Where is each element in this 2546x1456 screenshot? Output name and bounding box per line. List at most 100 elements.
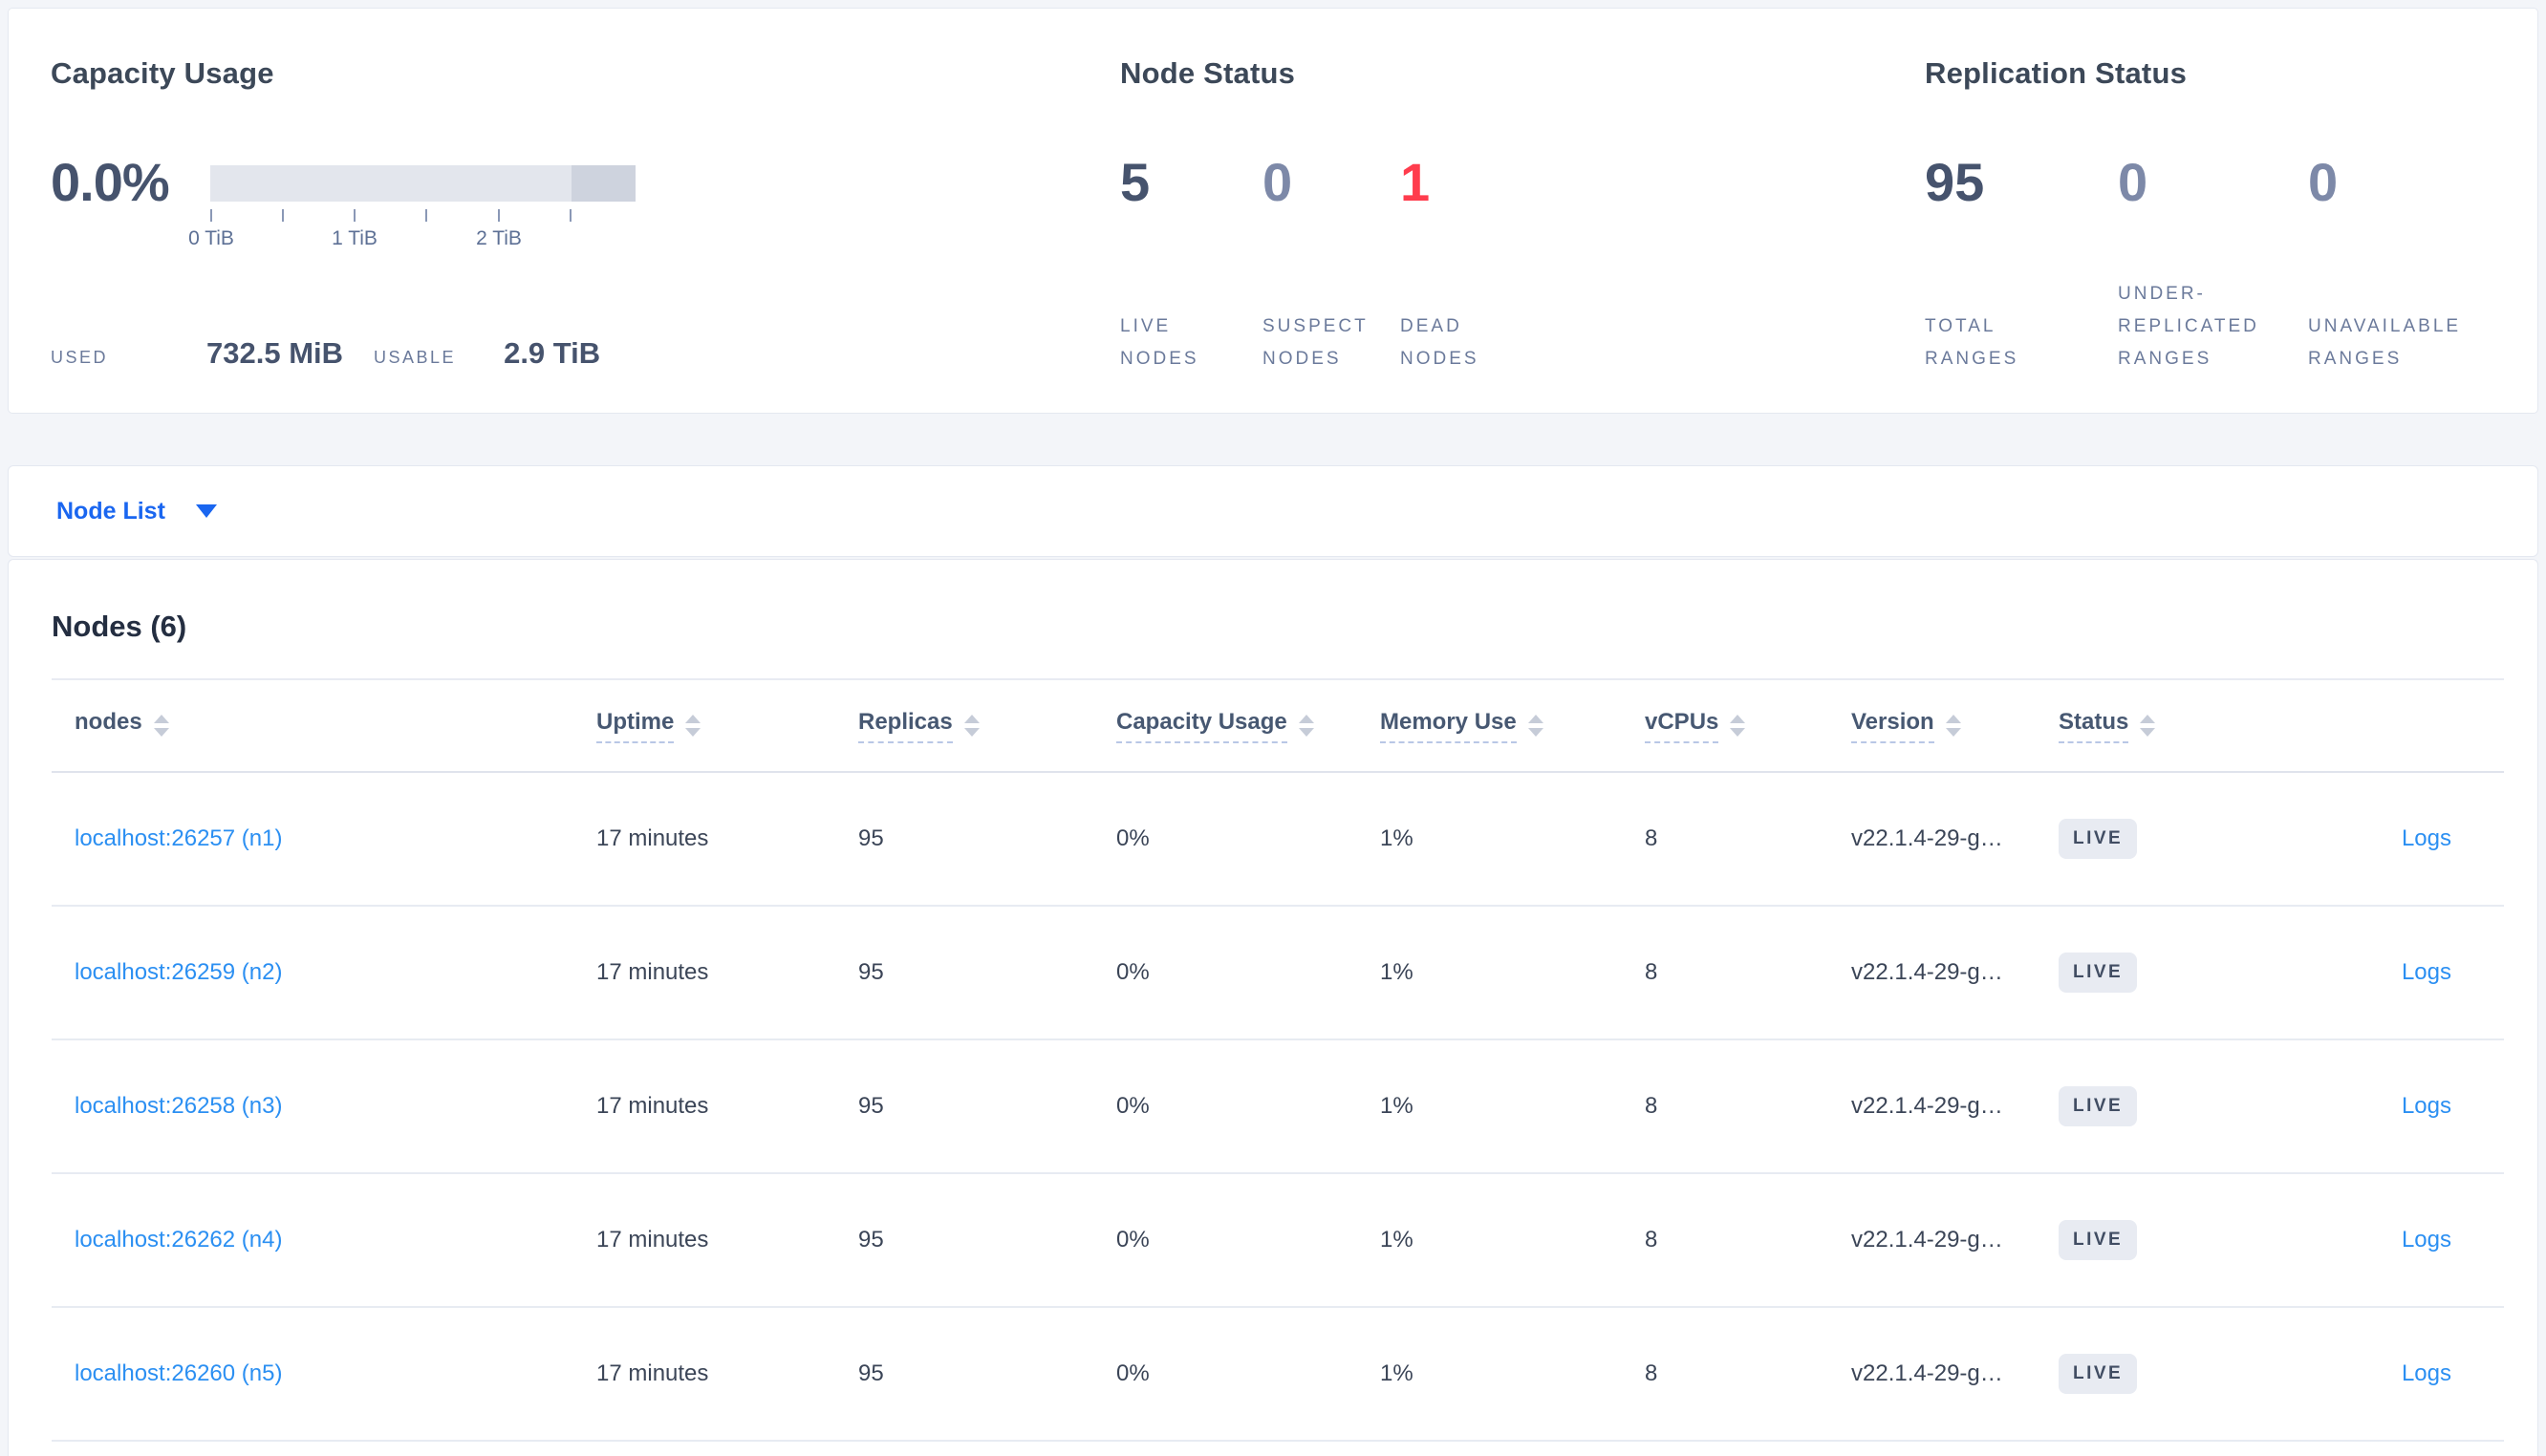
node-address-cell: localhost:26260 (n5) [52,1307,573,1442]
capacity-bar [210,165,636,202]
replication-status-section: Replication Status 95 TOTAL RANGES 0 UND… [1896,9,2537,413]
column-header-label: Memory Use [1380,709,1517,743]
status-cell: LIVE [2036,1039,2227,1174]
capacity-bar-ticks [210,209,636,223]
nodes-count-title: Nodes (6) [52,610,187,643]
column-header[interactable]: vCPUs [1622,679,1828,773]
unavailable-ranges-value: 0 [2308,152,2339,212]
sort-icon[interactable] [153,715,169,737]
capacity-usage-chart-row: 0.0% 0 TiB 1 TiB 2 TiB [51,150,1092,254]
logs-link[interactable]: Logs [2402,825,2451,851]
unavailable-ranges-label: UNAVAILABLE RANGES [2308,316,2462,369]
under-replicated-ranges-label: UNDER-REPLICATED RANGES [2118,284,2259,369]
sort-icon[interactable] [963,715,980,737]
node-address-cell: localhost:26258 (n3) [52,1039,573,1174]
column-header[interactable]: Replicas [835,679,1093,773]
version-cell: v22.1.4-29-g… [1828,772,2036,907]
tick-mark [570,209,572,222]
logs-link[interactable]: Logs [2402,959,2451,985]
sort-icon[interactable] [1298,715,1314,737]
cluster-overview-page: Capacity Usage 0.0% 0 TiB 1 TiB 2 TiB US… [0,0,2546,1456]
node-address-link[interactable]: localhost:26259 (n2) [75,959,282,985]
node-address-link[interactable]: localhost:26258 (n3) [75,1093,282,1119]
node-status-section: Node Status 5 LIVE NODES 0 SUSPECT NODES… [1092,9,1896,413]
memory-use-cell: 1% [1357,1039,1622,1174]
tick-mark [354,209,356,222]
node-address-link[interactable]: localhost:26257 (n1) [75,825,282,851]
column-header-label: vCPUs [1645,709,1719,743]
sort-icon[interactable] [1527,715,1543,737]
logs-link[interactable]: Logs [2402,1360,2451,1386]
table-row: localhost:26257 (n1) 17 minutes 95 0% 1%… [52,772,2504,907]
used-label: USED [51,348,109,367]
sort-icon[interactable] [2140,715,2156,737]
column-header-label: Version [1851,709,1934,743]
column-header[interactable]: Capacity Usage [1093,679,1357,773]
capacity-usage-cell: 0% [1093,906,1357,1040]
memory-use-cell: 1% [1357,1307,1622,1442]
uptime-cell: 17 minutes [573,1307,835,1442]
column-header-label: Uptime [596,709,675,743]
version-cell: v22.1.4-29-g… [1828,906,2036,1040]
logs-link[interactable]: Logs [2402,1227,2451,1253]
table-header-cell-logs [2227,679,2504,773]
sort-icon[interactable] [685,715,701,737]
suspect-nodes-value: 0 [1262,152,1293,212]
status-badge: LIVE [2059,1220,2138,1260]
status-badge: LIVE [2059,1086,2138,1126]
suspect-nodes-label: SUSPECT NODES [1262,316,1369,369]
node-list-dropdown-label[interactable]: Node List [56,498,165,525]
node-address-link[interactable]: localhost:26262 (n4) [75,1227,282,1253]
replicas-cell: 95 [835,1173,1093,1308]
status-badge: LIVE [2059,953,2138,993]
table-header-row: nodes Uptime Replicas Capacity Usage Mem… [52,679,2504,773]
column-header[interactable]: Status [2036,679,2227,773]
total-ranges-stat: 95 TOTAL RANGES [1925,150,2118,375]
capacity-usage-cell: 0% [1093,1307,1357,1442]
capacity-usage-bar-chart: 0 TiB 1 TiB 2 TiB [188,150,636,254]
uptime-cell: 17 minutes [573,1039,835,1174]
column-header[interactable]: Memory Use [1357,679,1622,773]
cluster-summary-panel: Capacity Usage 0.0% 0 TiB 1 TiB 2 TiB US… [8,8,2538,414]
column-header[interactable]: nodes [52,679,573,773]
sort-icon[interactable] [1730,715,1746,737]
tick-label: 1 TiB [332,227,378,249]
dead-nodes-stat: 1 DEAD NODES [1400,150,1517,375]
status-badge: LIVE [2059,819,2138,859]
nodes-table: nodes Uptime Replicas Capacity Usage Mem… [52,678,2504,1442]
node-list-dropdown[interactable]: Node List [8,465,2538,557]
column-header-label: nodes [75,708,142,735]
memory-use-cell: 1% [1357,772,1622,907]
vcpus-cell: 8 [1622,1039,1828,1174]
vcpus-cell: 8 [1622,906,1828,1040]
capacity-bar-dark-segment [572,165,636,202]
capacity-usage-title: Capacity Usage [51,56,274,90]
tick-mark [210,209,212,222]
sort-icon[interactable] [1945,715,1961,737]
column-header[interactable]: Version [1828,679,2036,773]
column-header-label: Capacity Usage [1116,709,1287,743]
node-status-stats: 5 LIVE NODES 0 SUSPECT NODES 1 DEAD NODE… [1120,150,1896,375]
table-row: localhost:26259 (n2) 17 minutes 95 0% 1%… [52,906,2504,1040]
node-address-cell: localhost:26257 (n1) [52,772,573,907]
status-cell: LIVE [2036,1307,2227,1442]
column-header[interactable]: Uptime [573,679,835,773]
table-row: localhost:26262 (n4) 17 minutes 95 0% 1%… [52,1173,2504,1308]
tick-mark [282,209,284,222]
status-badge: LIVE [2059,1354,2138,1394]
nodes-table-body: localhost:26257 (n1) 17 minutes 95 0% 1%… [52,772,2504,1442]
node-address-link[interactable]: localhost:26260 (n5) [75,1360,282,1386]
tick-label: 2 TiB [476,227,522,249]
replication-status-title: Replication Status [1925,56,2188,90]
usable-value: 2.9 TiB [504,336,601,370]
capacity-usage-percent: 0.0% [51,152,170,212]
capacity-usage-cell: 0% [1093,1039,1357,1174]
node-address-cell: localhost:26259 (n2) [52,906,573,1040]
replicas-cell: 95 [835,1307,1093,1442]
version-cell: v22.1.4-29-g… [1828,1173,2036,1308]
dead-nodes-value: 1 [1400,152,1431,212]
column-header-label: Status [2059,709,2129,743]
logs-cell: Logs [2227,1307,2504,1442]
logs-link[interactable]: Logs [2402,1093,2451,1119]
logs-cell: Logs [2227,772,2504,907]
